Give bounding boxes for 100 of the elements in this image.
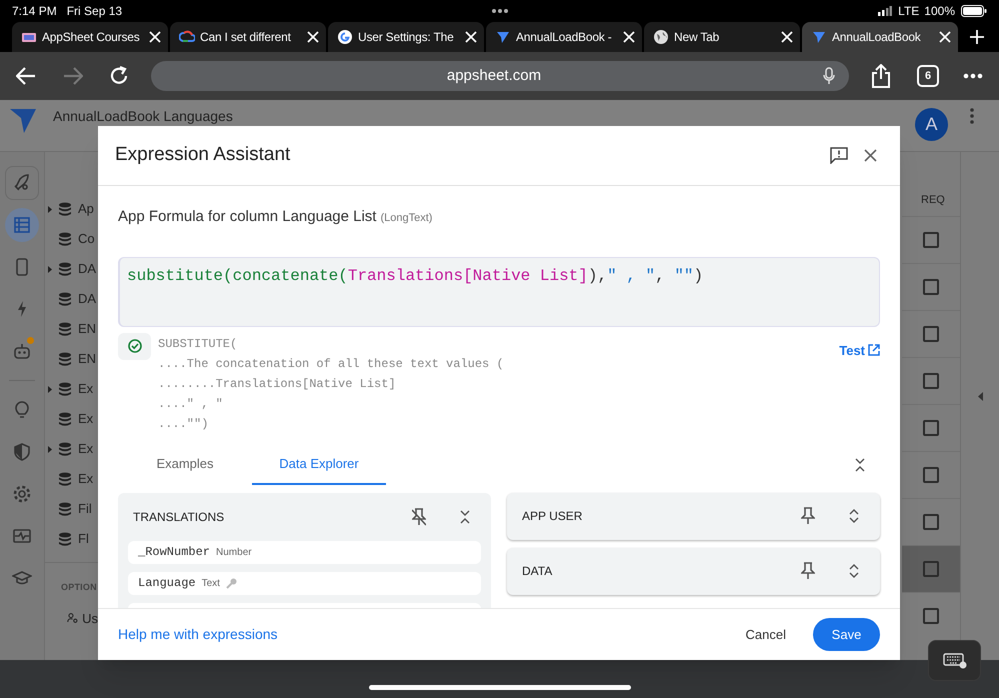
field-row[interactable]: _RowNumber Number xyxy=(128,540,481,564)
expand-icon[interactable] xyxy=(849,564,859,578)
table-name[interactable]: EN xyxy=(78,349,96,369)
database-icon xyxy=(58,472,72,486)
back-icon[interactable] xyxy=(16,67,36,85)
table-icon xyxy=(12,215,32,235)
explanation-line: ...." , " xyxy=(158,398,224,410)
database-icon xyxy=(58,412,72,426)
more-dots-icon xyxy=(491,8,510,14)
address-bar[interactable]: appsheet.com xyxy=(151,61,849,91)
expand-caret-icon[interactable] xyxy=(48,266,52,272)
table-name[interactable]: EN xyxy=(78,319,96,339)
more-icon[interactable] xyxy=(963,73,983,79)
microphone-icon[interactable] xyxy=(823,67,835,85)
test-link[interactable]: Test xyxy=(839,340,880,360)
formula-editor[interactable]: substitute(concatenate(Translations[Native List])," , ", "") xyxy=(118,256,880,326)
table-name[interactable]: Fil xyxy=(78,499,92,519)
cancel-button[interactable]: Cancel xyxy=(732,618,800,651)
new-tab-icon[interactable] xyxy=(970,30,984,44)
unpin-icon[interactable] xyxy=(412,508,426,526)
formula-heading: App Formula for column Language List xyxy=(118,207,376,227)
globe-icon xyxy=(653,29,669,45)
database-icon xyxy=(58,202,72,216)
browser-tab[interactable]: AnnualLoadBook xyxy=(802,22,958,52)
browser-tab[interactable]: AnnualLoadBook - xyxy=(486,22,642,52)
expand-caret-icon[interactable] xyxy=(48,446,52,452)
rail-button[interactable] xyxy=(5,166,39,200)
field-row[interactable]: Language Text xyxy=(128,572,481,594)
checkbox[interactable] xyxy=(922,232,938,248)
browser-tab[interactable]: New Tab xyxy=(644,22,800,52)
keyboard-icon xyxy=(942,652,966,668)
pin-icon[interactable] xyxy=(801,562,815,580)
user-settings-icon xyxy=(67,611,78,626)
pin-icon[interactable] xyxy=(801,507,815,525)
keyboard-button[interactable] xyxy=(928,640,981,681)
expand-icon[interactable] xyxy=(849,509,859,523)
database-icon xyxy=(58,292,72,306)
panel-title: TRANSLATIONS xyxy=(133,508,226,526)
site-icon xyxy=(495,29,511,45)
rail-button[interactable] xyxy=(5,208,39,242)
lightbulb-icon xyxy=(12,400,32,420)
checkbox[interactable] xyxy=(922,279,938,295)
avatar[interactable]: A xyxy=(915,108,948,141)
checkbox[interactable] xyxy=(922,608,938,624)
save-button[interactable]: Save xyxy=(813,618,880,651)
checkbox[interactable] xyxy=(922,514,938,530)
open-external-icon xyxy=(868,344,880,356)
collapse-icon[interactable] xyxy=(460,510,470,524)
expand-caret-icon[interactable] xyxy=(48,386,52,392)
checkbox[interactable] xyxy=(922,373,938,389)
table-panel[interactable]: APP USER xyxy=(507,492,880,540)
expand-caret-icon[interactable] xyxy=(48,206,52,212)
tab[interactable]: Examples xyxy=(118,444,252,484)
table-row[interactable] xyxy=(902,545,960,592)
table-name[interactable]: DA xyxy=(78,289,96,309)
table-name[interactable]: Ex xyxy=(78,439,94,459)
collapse-all-icon[interactable] xyxy=(855,458,865,472)
status-date: Fri Sep 13 xyxy=(66,3,122,20)
feedback-icon[interactable] xyxy=(830,147,848,164)
field-type: Number xyxy=(216,546,252,560)
explanation-line: ...."") xyxy=(158,418,210,430)
table-name[interactable]: Co xyxy=(78,229,95,249)
tab-count-button[interactable]: 6 xyxy=(917,65,939,87)
column-type: (LongText) xyxy=(380,211,432,226)
table-name[interactable]: Ex xyxy=(78,379,94,399)
field-name: _RowNumber xyxy=(138,544,210,561)
share-icon[interactable] xyxy=(871,64,891,88)
database-icon xyxy=(58,502,72,516)
app-title: AnnualLoadBook Languages xyxy=(53,108,233,124)
field-type: Text xyxy=(202,576,220,590)
table-name[interactable]: Ex xyxy=(78,409,94,429)
table-name[interactable]: Ex xyxy=(78,469,94,489)
browser-tab[interactable]: User Settings: The xyxy=(328,22,484,52)
menu-item[interactable]: Us xyxy=(82,608,98,628)
logo-icon xyxy=(10,108,36,134)
status-time: 7:14 PM xyxy=(12,3,57,20)
checkbox[interactable] xyxy=(922,326,938,342)
kebab-menu-icon[interactable] xyxy=(970,108,974,124)
collapse-caret-icon[interactable] xyxy=(978,392,982,400)
table-name[interactable]: Ap xyxy=(78,199,94,219)
checkbox[interactable] xyxy=(922,467,938,483)
table-name[interactable]: DA xyxy=(78,259,96,279)
database-icon xyxy=(58,232,72,246)
browser-tab[interactable]: AppSheet Courses xyxy=(12,22,168,52)
help-link[interactable]: Help me with expressions xyxy=(118,624,278,645)
checkbox[interactable] xyxy=(922,420,938,436)
table-panel[interactable]: DATA xyxy=(507,548,880,594)
database-icon xyxy=(58,352,72,366)
browser-tab[interactable]: Can I set different xyxy=(170,22,326,52)
panel-title: DATA xyxy=(522,563,554,580)
explanation-line: ....The concatenation of all these text values ( xyxy=(158,358,505,370)
tab[interactable]: Data Explorer xyxy=(252,444,386,484)
reload-icon[interactable] xyxy=(109,66,129,86)
explanation-line: SUBSTITUTE( xyxy=(158,338,238,350)
table-name[interactable]: Fl xyxy=(78,529,89,549)
database-icon xyxy=(58,442,72,456)
checkbox[interactable] xyxy=(922,561,938,577)
database-icon xyxy=(58,382,72,396)
shield-icon xyxy=(12,442,32,462)
signal-icon xyxy=(878,6,892,16)
